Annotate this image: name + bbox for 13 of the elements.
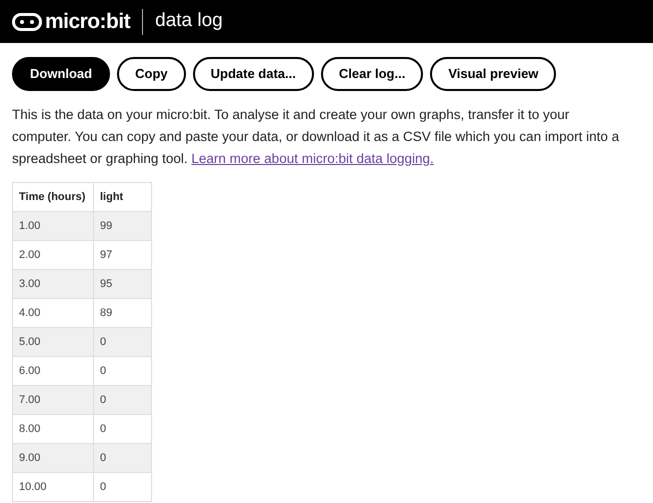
- table-cell: 0: [94, 472, 152, 502]
- toolbar-button[interactable]: Copy: [117, 57, 186, 91]
- toolbar-button[interactable]: Visual preview: [430, 57, 556, 91]
- column-header: Time (hours): [12, 182, 94, 212]
- table-cell: 10.00: [12, 472, 94, 502]
- learn-more-link[interactable]: Learn more about micro:bit data logging.: [191, 151, 434, 166]
- logo-icon: [12, 12, 42, 30]
- toolbar-button[interactable]: Update data...: [192, 57, 314, 91]
- toolbar-button[interactable]: Download: [12, 57, 110, 91]
- logo-text: micro:bit: [45, 8, 130, 35]
- toolbar-button[interactable]: Clear log...: [320, 57, 424, 91]
- page-title: data log: [155, 9, 223, 34]
- intro-paragraph: This is the data on your micro:bit. To analyse it and create your own graphs, transfer it to your computer. You can copy and paste your data, or download it as a CSV file which you can import into a spreadsheet or graphing tool. Learn more about micro:bit data logging.: [11, 106, 620, 168]
